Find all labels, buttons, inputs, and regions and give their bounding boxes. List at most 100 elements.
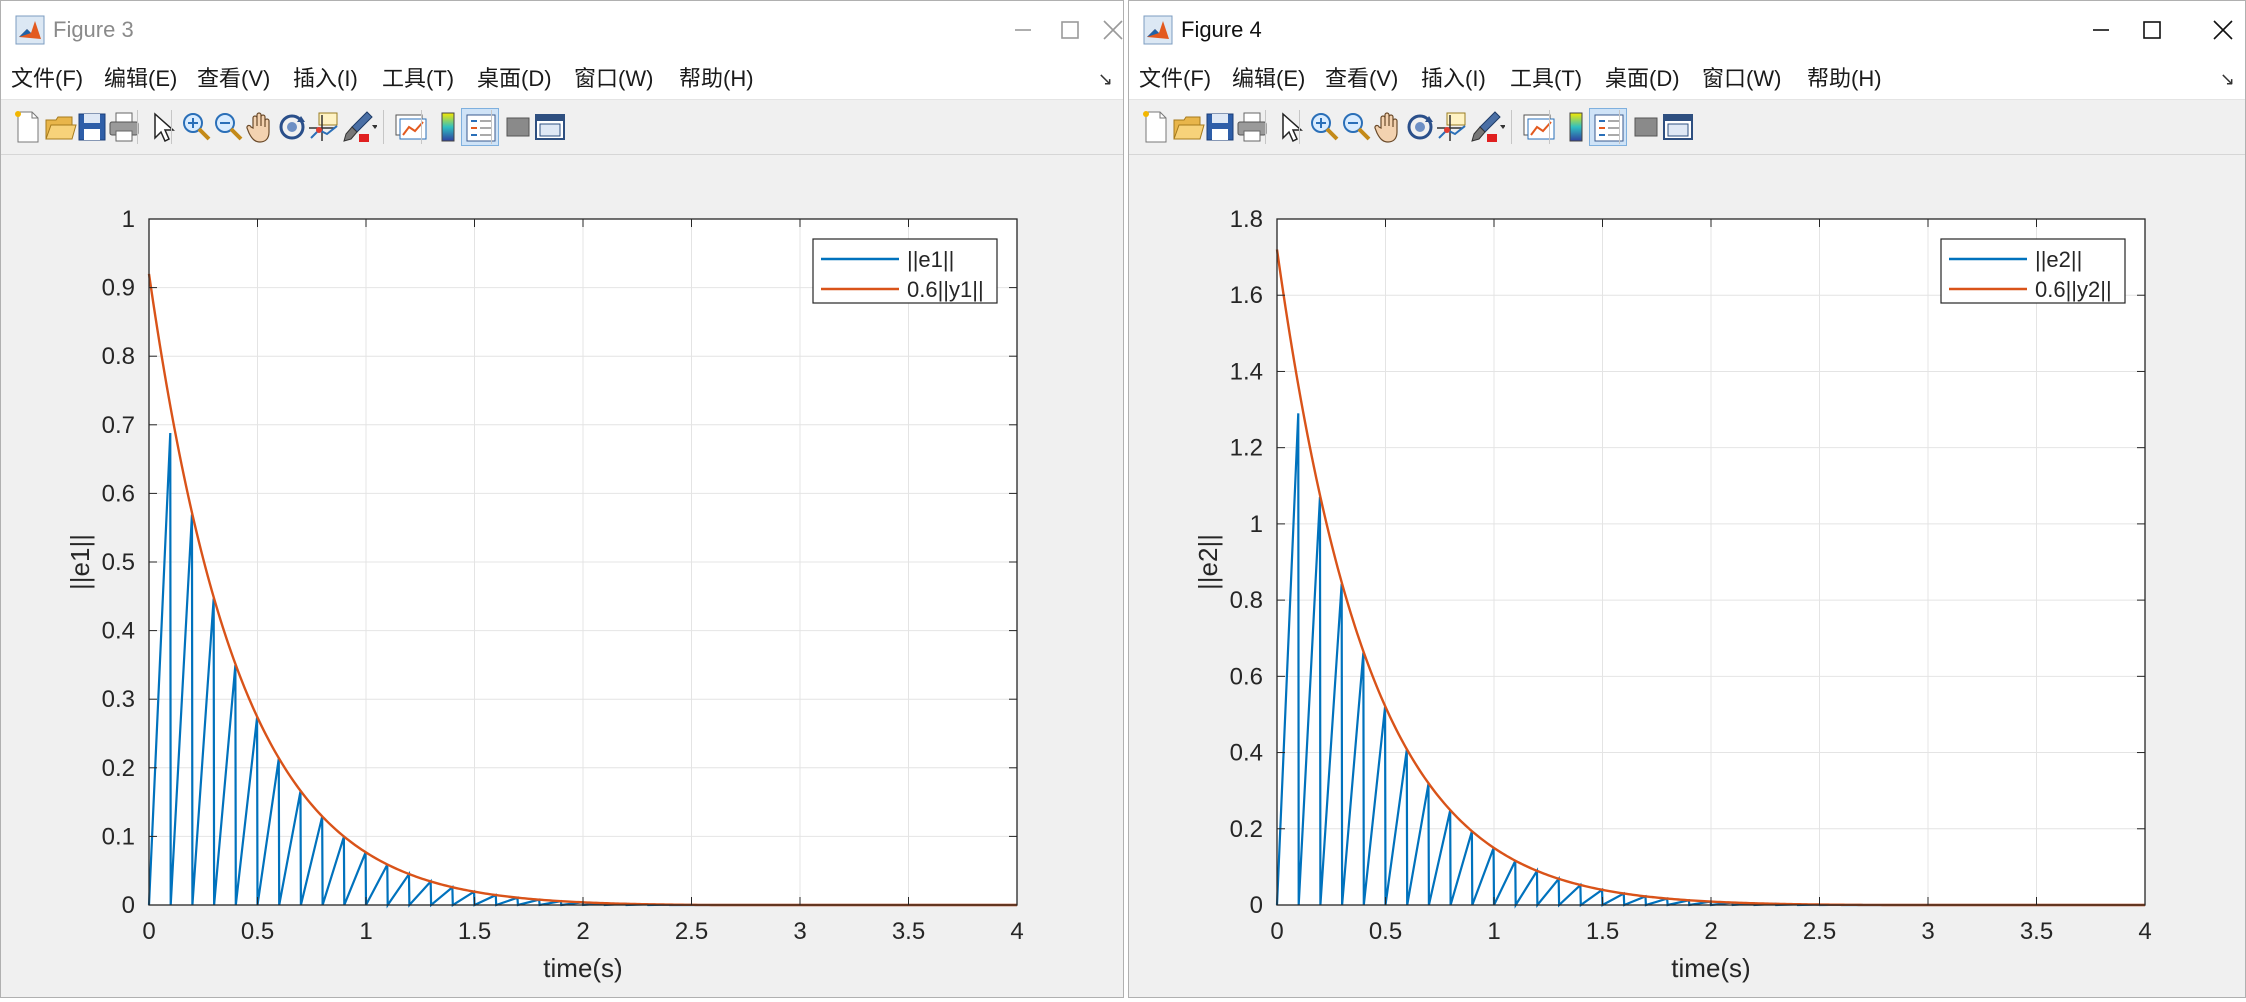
- dock-figure-button[interactable]: [531, 108, 569, 146]
- pointer-icon: [1282, 112, 1303, 143]
- brush-icon: [1471, 111, 1506, 142]
- legend-label: 0.6||y2||: [2035, 277, 2112, 302]
- close-icon: [2213, 20, 2233, 40]
- y-tick-label: 0.8: [1230, 587, 1263, 614]
- link-plot-button[interactable]: [391, 108, 429, 146]
- legend-icon: [1594, 114, 1624, 142]
- menu-tools[interactable]: 工具(T): [1510, 65, 1582, 93]
- x-tick-label: 3.5: [892, 918, 925, 945]
- y-tick-label: 1.2: [1230, 435, 1263, 462]
- y-tick-label: 1.6: [1230, 282, 1263, 309]
- pointer-button[interactable]: [143, 108, 181, 146]
- maximize-icon: [2143, 21, 2161, 39]
- x-tick-label: 3: [793, 918, 806, 945]
- x-tick-label: 3: [1921, 918, 1934, 945]
- menu-view[interactable]: 查看(V): [1325, 65, 1398, 93]
- menu-window[interactable]: 窗口(W): [1702, 65, 1781, 93]
- y-tick-label: 0: [122, 892, 135, 919]
- dock-figure-button[interactable]: [1659, 108, 1697, 146]
- x-tick-label: 2: [1704, 918, 1717, 945]
- menu-view[interactable]: 查看(V): [197, 65, 270, 93]
- figure-canvas: 0 0.5 1 1.5 2 2.5 3 3.5 4 0 0.1 0.2 0.3 0.4 0.5 0.6 0.7 0…: [1, 155, 1123, 997]
- menu-edit[interactable]: 编辑(E): [104, 65, 177, 93]
- menu-insert[interactable]: 插入(I): [293, 65, 358, 93]
- legend-label: ||e1||: [907, 247, 954, 272]
- x-axis-label: time(s): [1671, 953, 1750, 983]
- data-cursor-icon: [1437, 112, 1466, 141]
- pointer-icon: [154, 112, 175, 143]
- toolbar-separator: [1511, 110, 1512, 144]
- maximize-button[interactable]: [1047, 9, 1091, 51]
- x-tick-label: 4: [1010, 918, 1023, 945]
- plot-figure[interactable]: 0 0.5 1 1.5 2 2.5 3 3.5 4 0 0.2 0.4 0.6 0.8 1 1.2 1.4 1.6…: [1129, 155, 2245, 997]
- figure-window[interactable]: Figure 4 文件(F) 编辑(E) 查看(V) 插入(I) 工具(T) 桌…: [1128, 0, 2246, 998]
- toolbar-separator: [1549, 110, 1550, 144]
- menu-help[interactable]: 帮助(H): [1807, 65, 1882, 93]
- y-tick-label: 0: [1250, 892, 1263, 919]
- title-bar[interactable]: Figure 4: [1129, 1, 2245, 59]
- y-tick-label: 0.4: [1230, 740, 1263, 767]
- legend[interactable]: ||e1|| 0.6||y1||: [812, 238, 998, 304]
- brush-button[interactable]: [339, 108, 378, 146]
- y-tick-label: 0.4: [102, 618, 135, 645]
- y-tick-label: 1: [122, 206, 135, 233]
- data-cursor-button[interactable]: [1433, 108, 1471, 146]
- minimize-button[interactable]: [2079, 9, 2123, 51]
- menu-desktop[interactable]: 桌面(D): [477, 65, 552, 93]
- menu-file[interactable]: 文件(F): [11, 65, 83, 93]
- maximize-button[interactable]: [2129, 9, 2173, 51]
- menu-insert[interactable]: 插入(I): [1421, 65, 1486, 93]
- y-axis-label: ||e1||: [65, 534, 95, 590]
- menu-desktop[interactable]: 桌面(D): [1605, 65, 1680, 93]
- menu-help[interactable]: 帮助(H): [679, 65, 754, 93]
- minimize-button[interactable]: [1001, 9, 1045, 51]
- toolbar-separator: [171, 110, 172, 144]
- y-axis-label: ||e2||: [1193, 534, 1223, 590]
- data-cursor-icon: [309, 112, 338, 141]
- x-tick-label: 1: [1487, 918, 1500, 945]
- brush-button[interactable]: [1467, 108, 1506, 146]
- x-tick-label: 1: [359, 918, 372, 945]
- toolbar-separator: [491, 110, 492, 144]
- toolbar-separator: [137, 110, 138, 144]
- link-plot-icon: [395, 114, 427, 140]
- figure-window[interactable]: Figure 3 文件(F) 编辑(E) 查看(V) 插入(I) 工具(T) 桌…: [0, 0, 1124, 998]
- y-tick-label: 0.6: [1230, 663, 1263, 690]
- legend-button[interactable]: [1589, 108, 1627, 146]
- x-tick-label: 3.5: [2020, 918, 2053, 945]
- menu-bar: 文件(F) 编辑(E) 查看(V) 插入(I) 工具(T) 桌面(D) 窗口(W…: [1, 59, 1123, 100]
- pointer-button[interactable]: [1271, 108, 1309, 146]
- menu-edit[interactable]: 编辑(E): [1232, 65, 1305, 93]
- dock-arrow-icon[interactable]: ↘: [1098, 69, 1113, 90]
- legend[interactable]: ||e2|| 0.6||y2||: [1940, 238, 2126, 304]
- data-cursor-button[interactable]: [305, 108, 343, 146]
- brush-icon: [343, 111, 378, 142]
- y-tick-label: 1: [1250, 511, 1263, 538]
- x-tick-label: 0: [1270, 918, 1283, 945]
- toolbar-separator: [421, 110, 422, 144]
- x-tick-label: 1.5: [1586, 918, 1619, 945]
- link-plot-button[interactable]: [1519, 108, 1557, 146]
- y-tick-label: 0.8: [102, 343, 135, 370]
- toolbar-separator: [1299, 110, 1300, 144]
- minimize-icon: [1015, 29, 1031, 31]
- dock-figure-icon: [535, 114, 565, 140]
- menu-tools[interactable]: 工具(T): [382, 65, 454, 93]
- legend-label: ||e2||: [2035, 247, 2082, 272]
- y-tick-label: 0.1: [102, 823, 135, 850]
- x-axis-label: time(s): [543, 953, 622, 983]
- axes: 0 0.5 1 1.5 2 2.5 3 3.5 4 0 0.2 0.4 0.6 0.8 1 1.2 1.4 1.6…: [1193, 206, 2152, 983]
- close-button[interactable]: [2201, 9, 2245, 51]
- title-bar[interactable]: Figure 3: [1, 1, 1123, 59]
- y-tick-label: 0.2: [102, 755, 135, 782]
- plot-figure[interactable]: 0 0.5 1 1.5 2 2.5 3 3.5 4 0 0.1 0.2 0.3 0.4 0.5 0.6 0.7 0…: [1, 155, 1123, 997]
- menu-file[interactable]: 文件(F): [1139, 65, 1211, 93]
- menu-window[interactable]: 窗口(W): [574, 65, 653, 93]
- toolbar-separator: [1265, 110, 1266, 144]
- matlab-logo-icon: [15, 15, 45, 45]
- dock-arrow-icon[interactable]: ↘: [2220, 69, 2235, 90]
- legend-button[interactable]: [461, 108, 499, 146]
- menu-bar: 文件(F) 编辑(E) 查看(V) 插入(I) 工具(T) 桌面(D) 窗口(W…: [1129, 59, 2245, 100]
- y-tick-label: 1.4: [1230, 358, 1263, 385]
- x-tick-label: 4: [2138, 918, 2151, 945]
